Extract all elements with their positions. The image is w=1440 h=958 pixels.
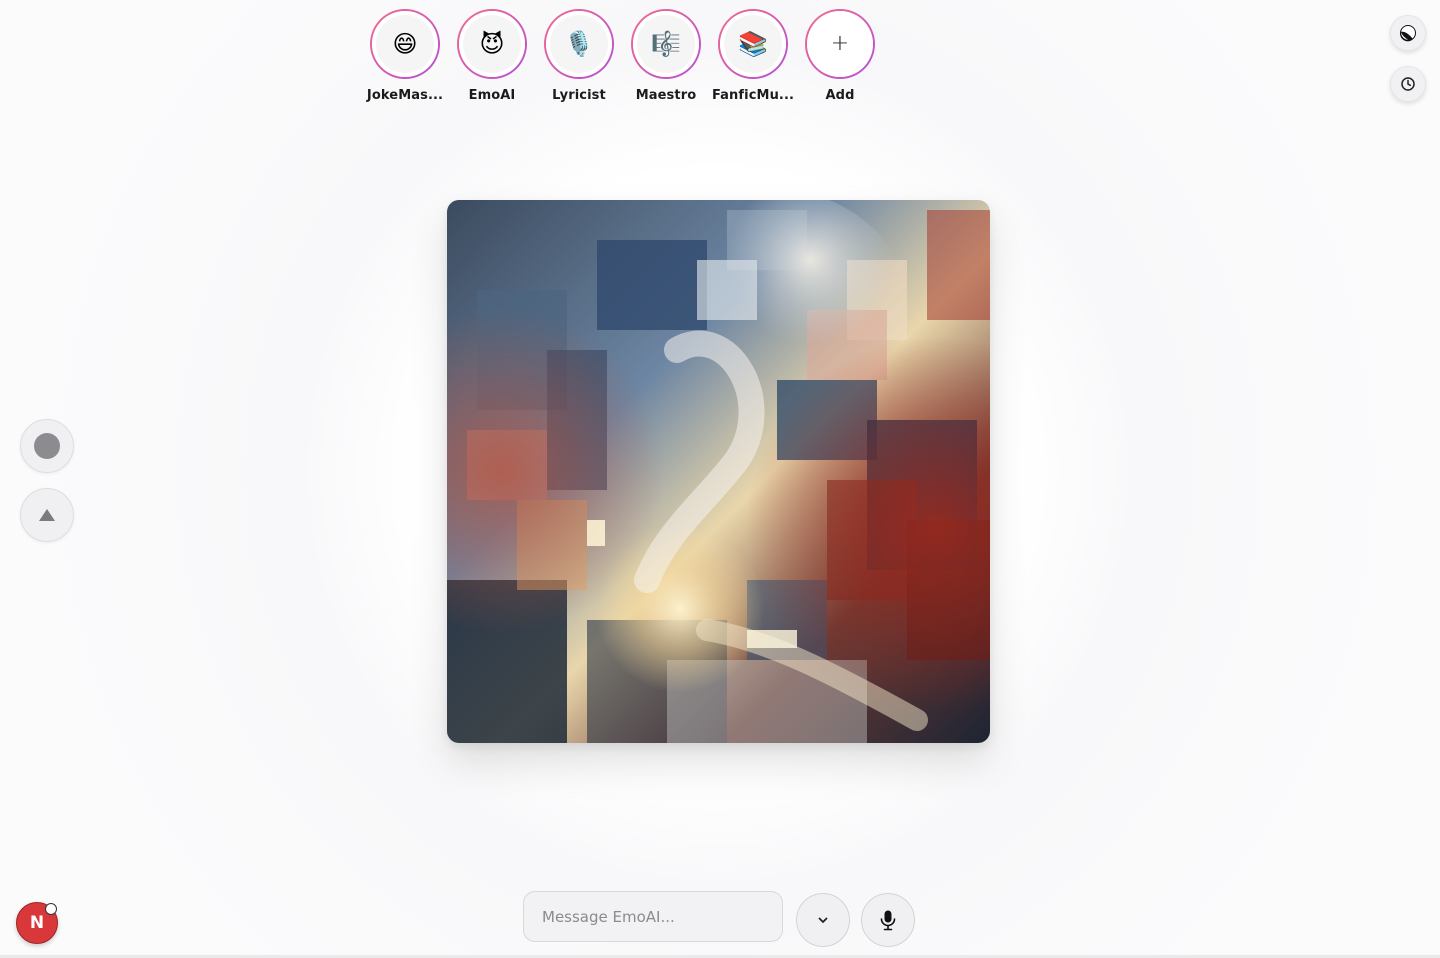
triangle-up-icon <box>39 509 55 521</box>
agent-ring: 🎙️ <box>544 9 614 79</box>
smiling-devil-icon: 😈 <box>463 15 521 73</box>
theme-toggle-icon <box>1400 25 1416 42</box>
agent-name: Add <box>825 88 855 103</box>
scroll-up-button[interactable] <box>20 488 74 542</box>
agent-ring: 📚 <box>718 9 788 79</box>
voice-input-button[interactable] <box>861 893 915 947</box>
circle-icon <box>34 433 60 459</box>
page: 😄 JokeMas... 😈 EmoAI 🎙️ Lyricist 🎼 Maest… <box>0 0 1440 958</box>
agent-name: FanficMu... <box>711 88 795 103</box>
theme-toggle-button[interactable] <box>1390 15 1426 51</box>
abstract-painting-image <box>447 200 990 743</box>
agent-jokemaster[interactable]: 😄 JokeMas... <box>366 9 444 103</box>
model-dropdown-button[interactable] <box>796 893 850 947</box>
agent-name: EmoAI <box>468 88 516 103</box>
agent-lyricist[interactable]: 🎙️ Lyricist <box>544 9 614 103</box>
agent-maestro[interactable]: 🎼 Maestro <box>631 9 701 103</box>
agent-fanficmuse[interactable]: 📚 FanficMu... <box>712 9 794 103</box>
chevron-down-icon <box>818 917 828 923</box>
books-icon: 📚 <box>724 15 782 73</box>
grinning-face-icon: 😄 <box>376 15 434 73</box>
notification-dot <box>45 903 57 915</box>
message-input[interactable] <box>523 891 783 942</box>
agent-ring: 😈 <box>457 9 527 79</box>
musical-score-icon: 🎼 <box>637 15 695 73</box>
add-agent-button[interactable]: + Add <box>805 9 875 103</box>
agent-name: Lyricist <box>552 88 606 103</box>
agent-emoai[interactable]: 😈 EmoAI <box>457 9 527 103</box>
history-button[interactable] <box>1390 66 1426 102</box>
agent-ring: + <box>805 9 875 79</box>
agent-stories-row: 😄 JokeMas... 😈 EmoAI 🎙️ Lyricist 🎼 Maest… <box>366 9 875 103</box>
agent-ring: 🎼 <box>631 9 701 79</box>
agent-name: Maestro <box>635 88 697 103</box>
stop-button[interactable] <box>20 419 74 473</box>
plus-icon: + <box>811 15 869 73</box>
agent-name: JokeMas... <box>366 88 444 103</box>
microphone-icon <box>880 910 896 931</box>
generated-artwork <box>447 200 990 743</box>
agent-ring: 😄 <box>370 9 440 79</box>
microphone-icon: 🎙️ <box>550 15 608 73</box>
clock-icon <box>1401 77 1415 91</box>
